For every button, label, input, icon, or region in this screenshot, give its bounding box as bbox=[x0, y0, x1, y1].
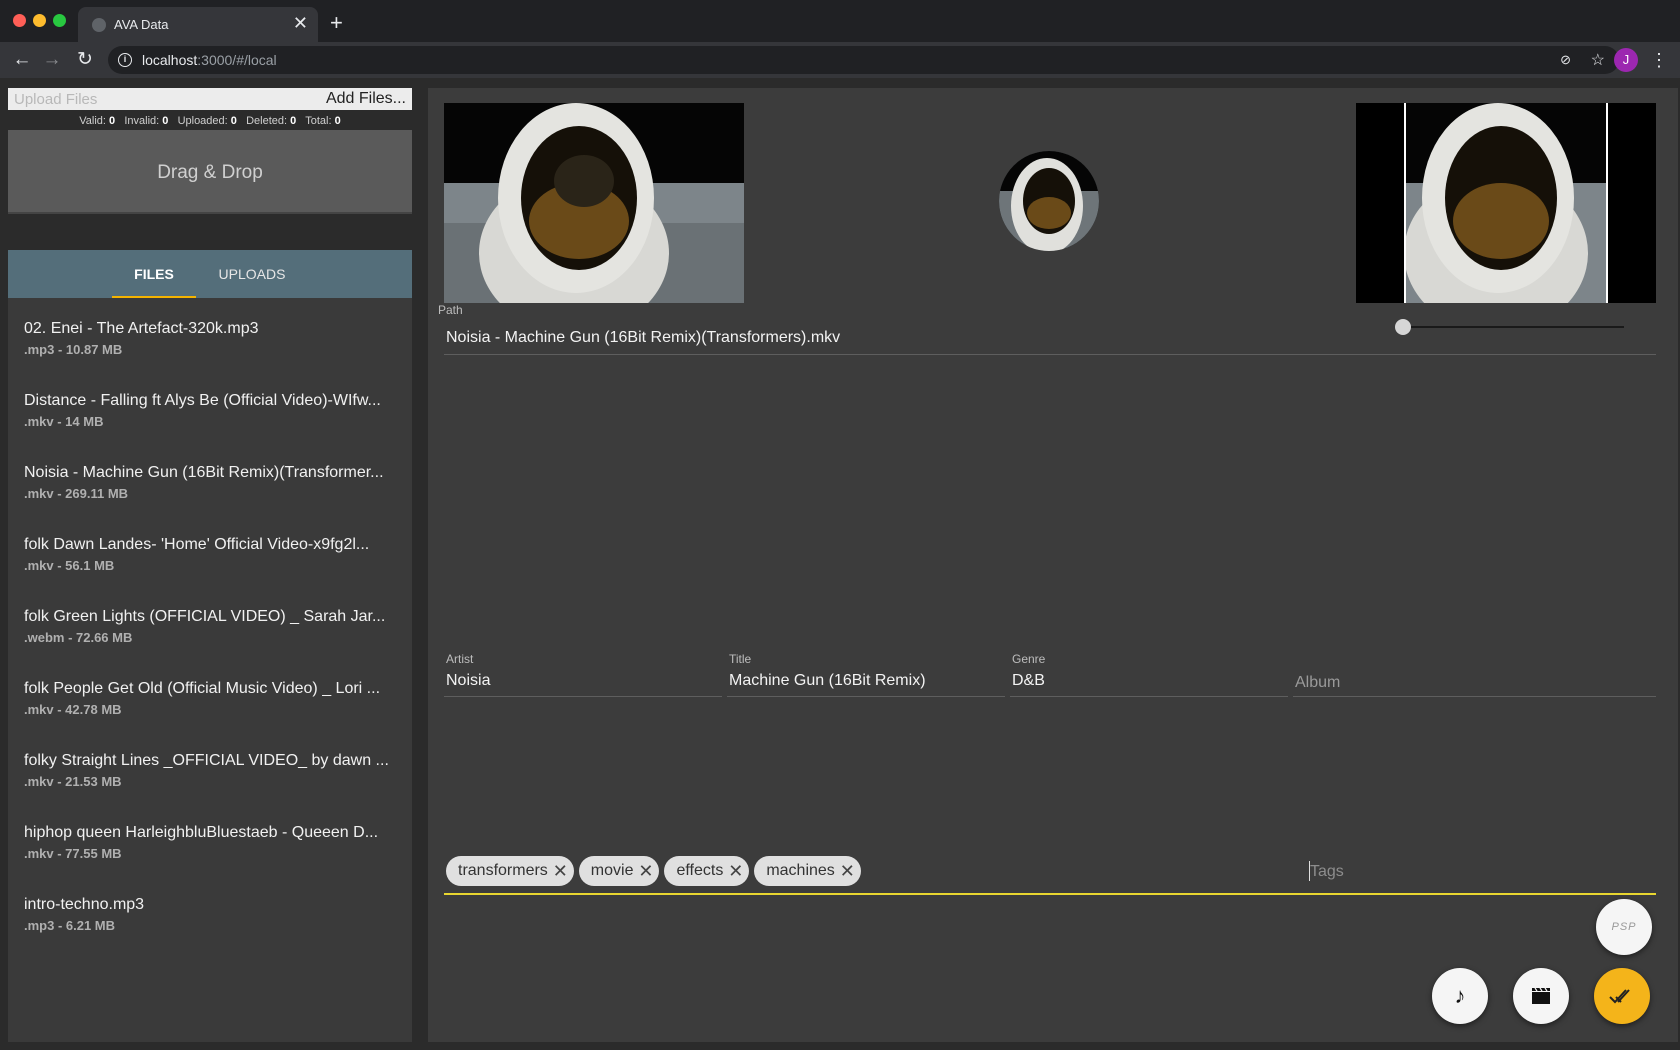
clapperboard-icon[interactable] bbox=[1513, 968, 1569, 1024]
avatar-thumbnail bbox=[999, 151, 1099, 251]
crop-preview[interactable] bbox=[1356, 103, 1656, 303]
url-text[interactable]: localhost:3000/#/local bbox=[142, 52, 277, 68]
list-item[interactable]: folk Green Lights (OFFICIAL VIDEO) _ Sar… bbox=[8, 586, 412, 658]
close-icon[interactable]: ✕ bbox=[553, 856, 568, 886]
window-zoom-button[interactable] bbox=[53, 14, 66, 27]
tab-close-icon[interactable]: ✕ bbox=[293, 14, 308, 32]
list-item[interactable]: folk People Get Old (Official Music Vide… bbox=[8, 658, 412, 730]
dropzone-label: Drag & Drop bbox=[157, 162, 263, 183]
tab-uploads[interactable]: UPLOADS bbox=[208, 250, 296, 298]
file-meta: .mkv - 42.78 MB bbox=[24, 702, 122, 717]
album-underline bbox=[1293, 696, 1656, 697]
file-name: folk People Get Old (Official Music Vide… bbox=[24, 680, 381, 697]
file-name: Distance - Falling ft Alys Be (Official … bbox=[24, 392, 381, 409]
profile-avatar[interactable]: J bbox=[1614, 48, 1638, 72]
path-underline bbox=[444, 354, 1656, 355]
star-icon[interactable]: ☆ bbox=[1591, 50, 1605, 70]
file-name: 02. Enei - The Artefact-320k.mp3 bbox=[24, 320, 259, 337]
info-icon[interactable]: i bbox=[118, 53, 132, 67]
browser-tab-active[interactable]: AVA Data ✕ bbox=[78, 7, 318, 42]
address-bar[interactable]: i localhost:3000/#/local ⊘ ☆ bbox=[108, 46, 1619, 74]
close-icon[interactable]: ✕ bbox=[840, 856, 855, 886]
tag-chip[interactable]: effects ✕ bbox=[664, 856, 750, 886]
browser-tabstrip: AVA Data ✕ + bbox=[0, 0, 1680, 42]
file-name: folk Dawn Landes- 'Home' Official Video-… bbox=[24, 536, 370, 553]
list-item[interactable]: Distance - Falling ft Alys Be (Official … bbox=[8, 370, 412, 442]
file-list: 02. Enei - The Artefact-320k.mp3 .mp3 - 1… bbox=[8, 298, 412, 946]
file-meta: .mkv - 77.55 MB bbox=[24, 846, 122, 861]
list-item[interactable]: folk Dawn Landes- 'Home' Official Video-… bbox=[8, 514, 412, 586]
app-viewport: Upload Files Add Files... Valid: 0 Inval… bbox=[0, 78, 1680, 1050]
list-item[interactable]: hiphop queen HarleighbluBluestaeb - Quee… bbox=[8, 802, 412, 874]
tags-underline bbox=[444, 893, 1656, 895]
file-name: Noisia - Machine Gun (16Bit Remix)(Trans… bbox=[24, 464, 384, 481]
album-field[interactable]: Album bbox=[1295, 674, 1340, 692]
path-field[interactable]: Noisia - Machine Gun (16Bit Remix)(Trans… bbox=[446, 329, 840, 347]
artist-underline bbox=[444, 696, 722, 697]
media-editor: Path Noisia - Machine Gun (16Bit Remix)(… bbox=[428, 88, 1678, 1042]
blocked-cookie-icon[interactable]: ⊘ bbox=[1560, 52, 1571, 68]
file-meta: .webm - 72.66 MB bbox=[24, 630, 133, 645]
title-underline bbox=[727, 696, 1005, 697]
file-name: hiphop queen HarleighbluBluestaeb - Quee… bbox=[24, 824, 379, 841]
reload-icon[interactable]: ↻ bbox=[73, 48, 97, 72]
tag-chip[interactable]: transformers ✕ bbox=[446, 856, 574, 886]
thumbnail-slider-track[interactable] bbox=[1404, 326, 1624, 328]
close-icon[interactable]: ✕ bbox=[638, 856, 653, 886]
globe-icon bbox=[92, 18, 106, 32]
window-close-button[interactable] bbox=[13, 14, 26, 27]
title-field[interactable]: Machine Gun (16Bit Remix) bbox=[729, 672, 926, 690]
window-minimize-button[interactable] bbox=[33, 14, 46, 27]
crop-handle-right[interactable] bbox=[1606, 103, 1608, 303]
list-item[interactable]: folky Straight Lines _OFFICIAL VIDEO_ by… bbox=[8, 730, 412, 802]
browser-toolbar: ← → ↻ i localhost:3000/#/local ⊘ ☆ J ⋮ bbox=[0, 42, 1680, 78]
artist-label: Artist bbox=[446, 652, 474, 666]
list-item[interactable]: Noisia - Machine Gun (16Bit Remix)(Trans… bbox=[8, 442, 412, 514]
title-label: Title bbox=[729, 652, 752, 666]
list-item[interactable]: intro-techno.mp3 .mp3 - 6.21 MB bbox=[8, 874, 412, 946]
file-name: folky Straight Lines _OFFICIAL VIDEO_ by… bbox=[24, 752, 389, 769]
crop-handle-left[interactable] bbox=[1404, 103, 1406, 303]
tags-input[interactable]: Tags bbox=[1310, 863, 1344, 881]
forward-arrow-icon[interactable]: → bbox=[40, 48, 64, 72]
file-panel: FILES UPLOADS 02. Enei - The Artefact-32… bbox=[8, 250, 412, 1042]
genre-underline bbox=[1010, 696, 1288, 697]
music-note-icon[interactable]: ♪ bbox=[1432, 968, 1488, 1024]
genre-label: Genre bbox=[1012, 652, 1046, 666]
thumbnail-preview bbox=[444, 103, 744, 303]
file-name: intro-techno.mp3 bbox=[24, 896, 145, 913]
file-meta: .mkv - 14 MB bbox=[24, 414, 104, 429]
tab-files[interactable]: FILES bbox=[112, 250, 196, 298]
drag-drop-zone[interactable]: Drag & Drop bbox=[8, 130, 412, 214]
file-meta: .mp3 - 6.21 MB bbox=[24, 918, 116, 933]
file-meta: .mkv - 56.1 MB bbox=[24, 558, 115, 573]
tag-chip[interactable]: machines ✕ bbox=[754, 856, 861, 886]
close-icon[interactable]: ✕ bbox=[728, 856, 743, 886]
file-meta: .mp3 - 10.87 MB bbox=[24, 342, 123, 357]
upload-placeholder: Upload Files bbox=[14, 91, 98, 108]
list-item[interactable]: 02. Enei - The Artefact-320k.mp3 .mp3 - 1… bbox=[8, 298, 412, 370]
psp-button[interactable]: PSP bbox=[1596, 899, 1652, 955]
tag-chips: transformers ✕ movie ✕ effects ✕ machines ✕ bbox=[446, 856, 866, 886]
tab-title: AVA Data bbox=[114, 17, 169, 32]
genre-field[interactable]: D&B bbox=[1012, 672, 1045, 690]
new-tab-button[interactable]: + bbox=[330, 12, 343, 34]
add-files-button[interactable]: Add Files... bbox=[326, 90, 406, 108]
artist-field[interactable]: Noisia bbox=[446, 672, 490, 690]
double-check-icon[interactable] bbox=[1594, 968, 1650, 1024]
file-meta: .mkv - 21.53 MB bbox=[24, 774, 122, 789]
files-tabs: FILES UPLOADS bbox=[8, 250, 412, 298]
back-arrow-icon[interactable]: ← bbox=[10, 48, 34, 72]
upload-stats: Valid: 0 Invalid: 0 Uploaded: 0 Deleted:… bbox=[79, 115, 341, 127]
kebab-menu-icon[interactable]: ⋮ bbox=[1650, 48, 1668, 72]
file-meta: .mkv - 269.11 MB bbox=[24, 486, 129, 501]
thumbnail-slider-handle[interactable] bbox=[1395, 319, 1411, 335]
path-label: Path bbox=[438, 303, 463, 317]
file-name: folk Green Lights (OFFICIAL VIDEO) _ Sar… bbox=[24, 608, 386, 625]
tag-chip[interactable]: movie ✕ bbox=[578, 856, 660, 886]
upload-files-input[interactable]: Upload Files Add Files... bbox=[8, 88, 412, 110]
